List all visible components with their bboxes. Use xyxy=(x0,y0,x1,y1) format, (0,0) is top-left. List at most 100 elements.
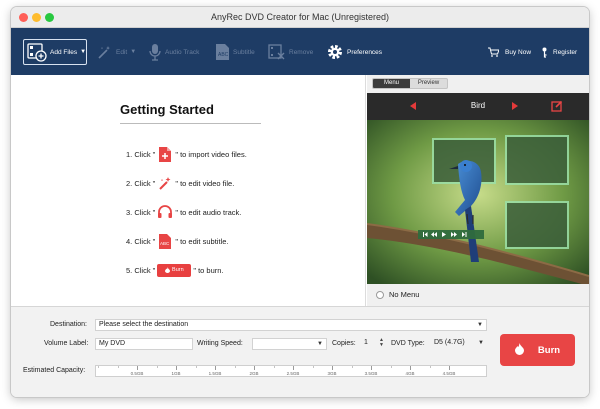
preferences-label: Preferences xyxy=(347,48,383,56)
copies-stepper[interactable]: ▲ ▼ xyxy=(378,338,385,350)
chevron-down-icon: ▼ xyxy=(130,49,137,55)
remove-label: Remove xyxy=(289,48,314,56)
writing-speed-label: Writing Speed: xyxy=(197,340,243,347)
chevron-down-icon: ▼ xyxy=(477,322,483,328)
copies-value: 1 xyxy=(364,339,368,346)
dvd-type-select[interactable]: D5 (4.7G) ▼ xyxy=(431,338,487,350)
chevron-down-icon: ▼ xyxy=(80,49,87,55)
burn-pill-label: Burn xyxy=(172,267,184,273)
svg-text:ABC: ABC xyxy=(160,241,170,246)
capacity-tick xyxy=(332,366,333,370)
subtitle-button[interactable]: ABC Subtitle xyxy=(214,40,255,64)
capacity-tick xyxy=(176,366,177,370)
step-edit: 2. Click " " to edit video file. xyxy=(126,174,234,192)
step-burn: 5. Click " Burn " to burn. xyxy=(126,261,224,279)
volume-label: Volume Label: xyxy=(44,340,89,347)
buy-now-button[interactable]: Buy Now xyxy=(488,40,531,64)
step-suffix: " to edit video file. xyxy=(175,178,235,188)
cart-icon xyxy=(488,47,499,57)
capacity-minor-tick xyxy=(234,366,236,368)
window-title: AnyRec DVD Creator for Mac (Unregistered… xyxy=(210,12,390,22)
step-suffix: " to edit subtitle. xyxy=(175,236,229,246)
capacity-minor-tick xyxy=(429,366,431,368)
destination-select[interactable]: Please select the destination ▼ xyxy=(95,319,487,331)
title-bar: AnyRec DVD Creator for Mac (Unregistered… xyxy=(11,7,589,28)
burn-button[interactable]: Burn xyxy=(500,334,575,366)
burn-label: Burn xyxy=(537,344,561,356)
step-suffix: " to burn. xyxy=(193,265,224,275)
chevron-down-icon: ▼ xyxy=(317,341,323,347)
no-menu-label: No Menu xyxy=(389,290,420,299)
capacity-tick-label: 0.5GB xyxy=(130,371,144,376)
capacity-tick-label: 3GB xyxy=(327,371,337,376)
app-window: AnyRec DVD Creator for Mac (Unregistered… xyxy=(11,7,589,397)
audio-track-button[interactable]: Audio Track xyxy=(148,40,199,64)
capacity-minor-tick xyxy=(312,366,314,368)
capacity-tick-label: 2.5GB xyxy=(286,371,300,376)
destination-value: Please select the destination xyxy=(99,321,189,328)
no-menu-radio[interactable] xyxy=(376,290,384,299)
next-template-button[interactable] xyxy=(512,102,518,110)
remove-icon xyxy=(268,43,286,61)
register-button[interactable]: Register xyxy=(541,40,577,64)
toolbar: Add Files ▼ Edit ▼ Audio Track ABC Subti… xyxy=(11,28,589,75)
add-files-label: Add Files xyxy=(50,48,78,56)
buy-now-label: Buy Now xyxy=(505,48,532,56)
capacity-tick-label: 4.5GB xyxy=(442,371,456,376)
capacity-tick xyxy=(449,366,450,370)
capacity-label: Estimated Capacity: xyxy=(23,367,86,374)
step-prefix: 3. Click " xyxy=(126,207,156,217)
add-files-icon xyxy=(27,42,47,62)
capacity-minor-tick xyxy=(390,366,392,368)
add-files-button[interactable]: Add Files ▼ xyxy=(23,39,87,65)
preferences-button[interactable]: Preferences xyxy=(326,40,382,64)
step-audio: 3. Click " " to edit audio track. xyxy=(126,203,241,221)
step-prefix: 4. Click " xyxy=(126,236,156,246)
destination-label: Destination: xyxy=(50,321,87,328)
writing-speed-select[interactable]: ▼ xyxy=(252,338,327,350)
preview-panel: Menu Preview Bird No Menu xyxy=(367,75,589,306)
capacity-tick xyxy=(371,366,372,370)
capacity-tick-label: 3.5GB xyxy=(364,371,378,376)
edit-button[interactable]: Edit ▼ xyxy=(97,40,136,64)
step-import: 1. Click " " to import video files. xyxy=(126,145,247,163)
capacity-minor-tick xyxy=(351,366,353,368)
remove-button[interactable]: Remove xyxy=(268,40,313,64)
copies-input[interactable]: 1 xyxy=(361,338,376,350)
capacity-tick-label: 1.5GB xyxy=(208,371,222,376)
capacity-tick xyxy=(293,366,294,370)
step-prefix: 5. Click " xyxy=(126,265,156,275)
dvd-type-value: D5 (4.7G) xyxy=(434,339,465,346)
getting-started-panel: Getting Started 1. Click " " to import v… xyxy=(11,75,366,306)
magic-wand-icon xyxy=(157,174,173,192)
capacity-minor-tick xyxy=(273,366,275,368)
gear-icon xyxy=(326,43,344,61)
main-area: Getting Started 1. Click " " to import v… xyxy=(11,75,589,306)
subtitle-icon: ABC xyxy=(214,43,230,61)
edit-menu-icon[interactable] xyxy=(551,100,563,114)
magic-wand-icon xyxy=(97,44,113,60)
step-prefix: 2. Click " xyxy=(126,178,156,188)
divider xyxy=(120,123,261,124)
menu-preview-image xyxy=(367,120,589,284)
dvd-type-label: DVD Type: xyxy=(391,340,425,347)
tab-preview[interactable]: Preview xyxy=(410,79,447,88)
capacity-minor-tick xyxy=(156,366,158,368)
capacity-bar: 0.5GB 1GB 1.5GB 2GB 2.5GB 3GB 3.5GB 4GB 4.5GB xyxy=(95,365,487,377)
tab-menu[interactable]: Menu xyxy=(373,79,410,88)
output-settings: Destination: Please select the destinati… xyxy=(11,306,589,397)
subtitle-label: Subtitle xyxy=(233,48,255,56)
copies-label: Copies: xyxy=(332,340,356,347)
no-menu-option[interactable]: No Menu xyxy=(376,290,419,299)
subtitle-icon: ABC xyxy=(157,232,173,250)
volume-label-input[interactable]: My DVD xyxy=(95,338,193,350)
svg-text:ABC: ABC xyxy=(218,52,229,58)
step-prefix: 1. Click " xyxy=(126,149,156,159)
capacity-tick xyxy=(254,366,255,370)
register-label: Register xyxy=(553,48,578,56)
capacity-tick-label: 2GB xyxy=(249,371,259,376)
capacity-tick-label: 1GB xyxy=(171,371,181,376)
microphone-icon xyxy=(148,43,162,61)
audio-track-label: Audio Track xyxy=(165,48,200,56)
burn-icon: Burn xyxy=(157,263,192,277)
